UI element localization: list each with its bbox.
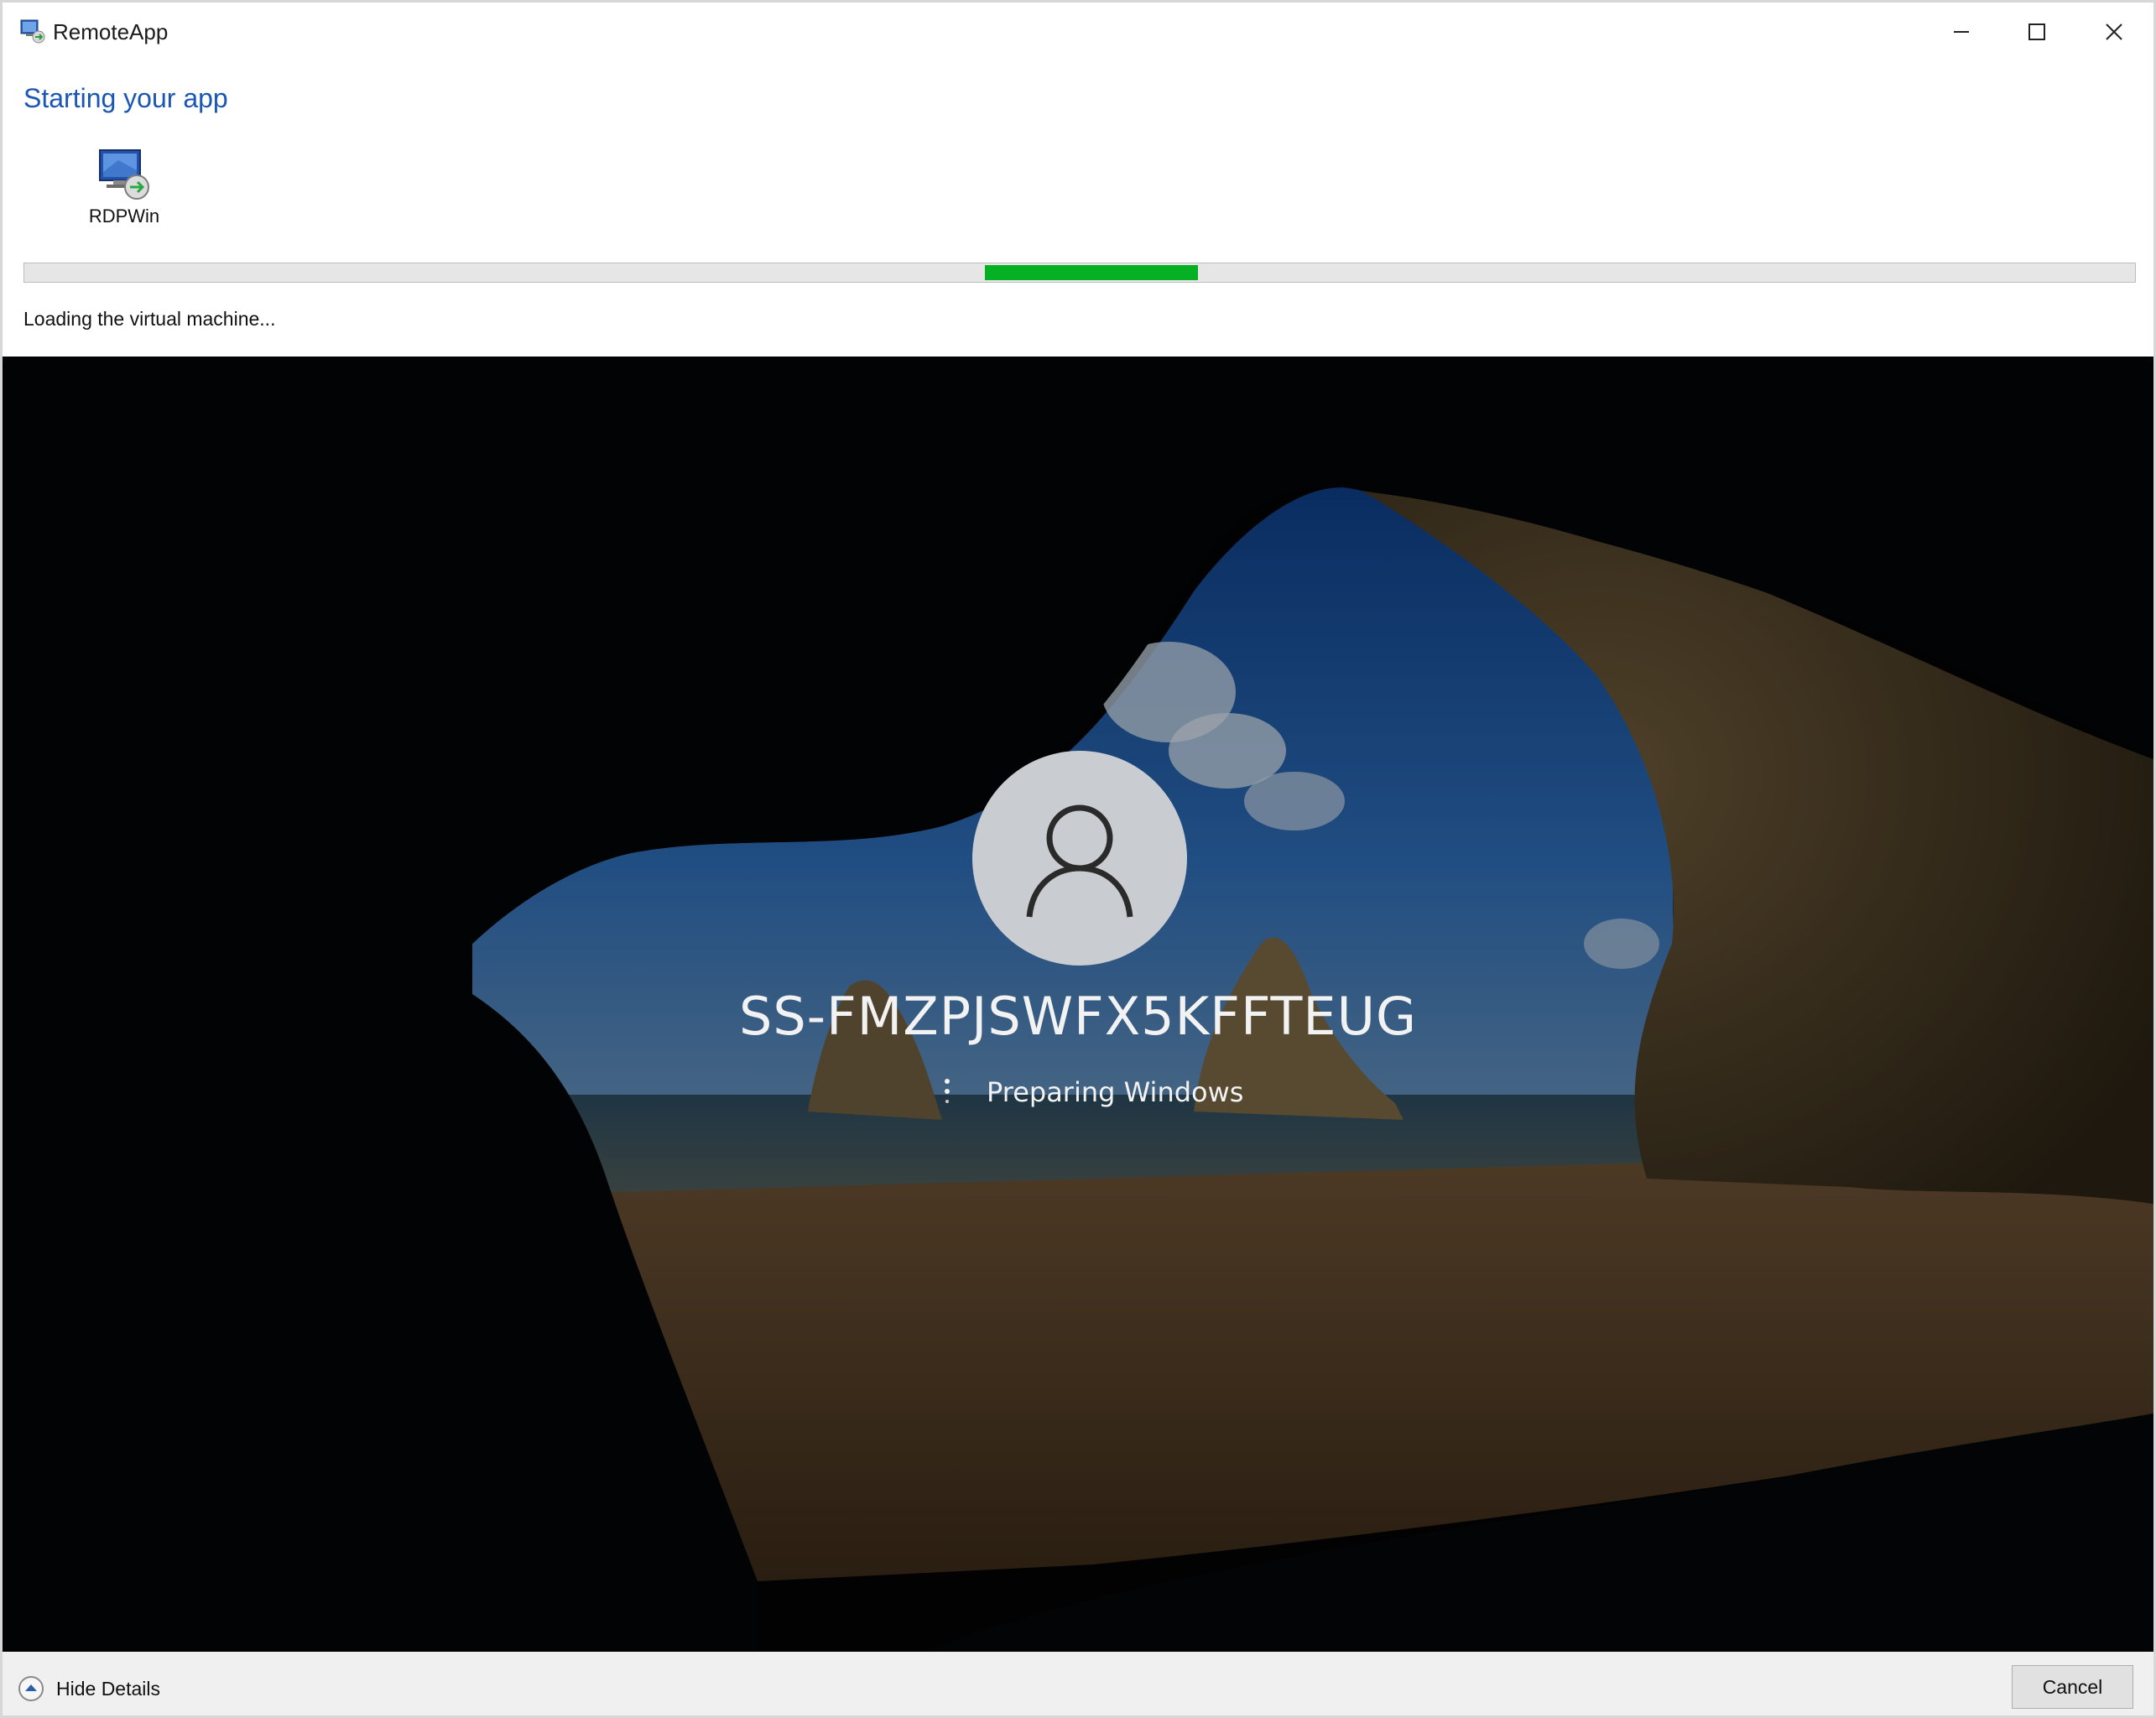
user-avatar: [972, 751, 1187, 966]
chevron-up-circle-icon: [18, 1676, 44, 1701]
progress-fill: [985, 265, 1198, 280]
title-bar: RemoteApp: [3, 3, 2153, 60]
close-icon: [2106, 23, 2122, 40]
vm-lock-screen: SS-FMZPJSWFX5KFFTEUG Preparing Windows: [3, 357, 2153, 1652]
machine-name: SS-FMZPJSWFX5KFFTEUG: [739, 986, 1417, 1047]
close-button[interactable]: [2076, 11, 2152, 53]
maximize-button[interactable]: [1999, 11, 2075, 53]
user-icon: [1026, 804, 1133, 918]
hide-details-label: Hide Details: [56, 1677, 160, 1700]
vm-status-text: Preparing Windows: [987, 1076, 1244, 1108]
footer-bar: Hide Details Cancel: [3, 1652, 2153, 1715]
remoteapp-icon: [20, 19, 45, 44]
cancel-button[interactable]: Cancel: [2012, 1665, 2133, 1709]
page-title: Starting your app: [23, 83, 228, 113]
window-title: RemoteApp: [53, 19, 169, 44]
minimize-button[interactable]: [1924, 11, 1999, 53]
hide-details-toggle[interactable]: Hide Details: [18, 1674, 160, 1704]
loading-spinner-icon: [945, 1079, 950, 1103]
maximize-icon: [2028, 23, 2045, 40]
app-tile: RDPWin: [82, 145, 166, 237]
remoteapp-window: RemoteApp Starting your app RDPWin Loadi…: [0, 0, 2156, 1718]
minimize-icon: [1954, 31, 1969, 33]
remote-desktop-icon: [99, 149, 149, 200]
progress-bar: [23, 263, 2136, 283]
app-label: RDPWin: [88, 206, 160, 226]
status-text: Loading the virtual machine...: [23, 308, 276, 330]
